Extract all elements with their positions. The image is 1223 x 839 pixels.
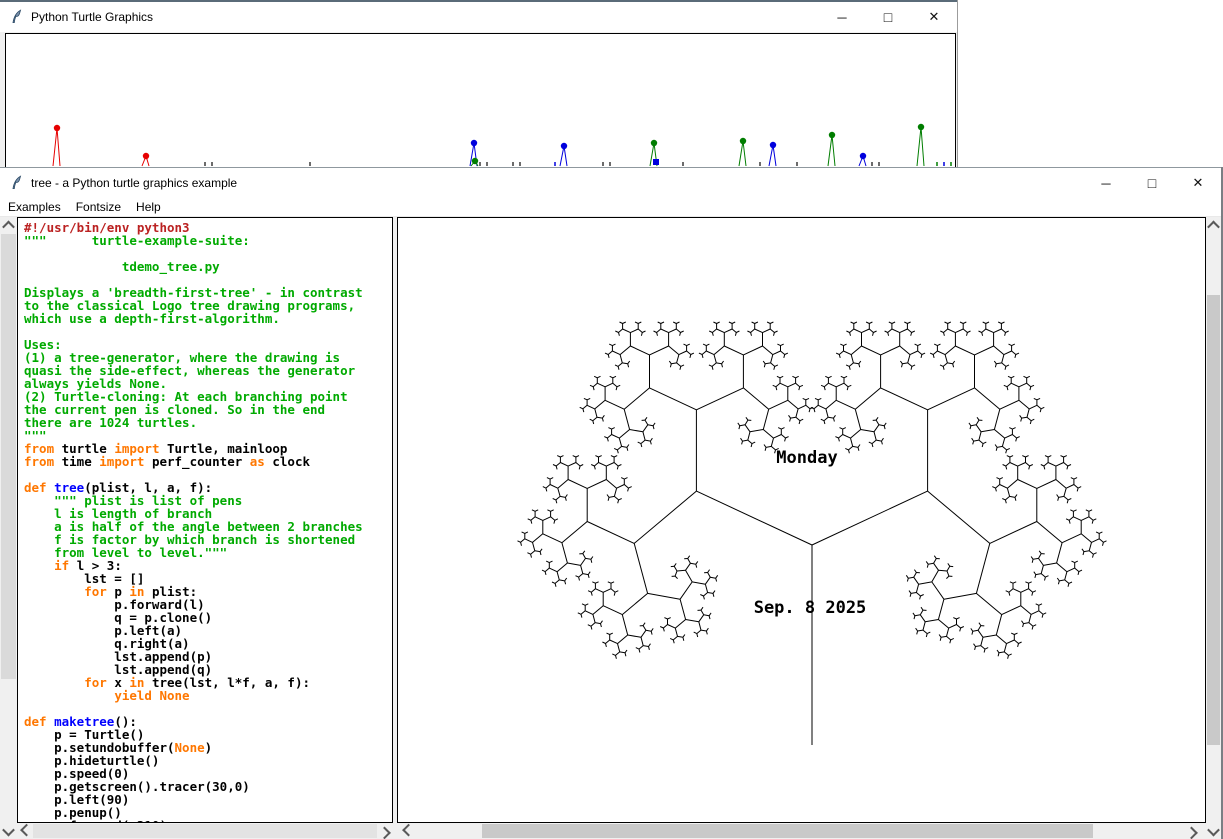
scroll-down-button[interactable] xyxy=(0,823,17,839)
code-line: Displays a 'breadth-first-tree' - in con… xyxy=(24,285,392,298)
turtle xyxy=(739,138,746,166)
code-line: def maketree(): xyxy=(24,714,392,727)
code-line: p.setundobuffer(None) xyxy=(24,740,392,753)
scroll-down-button[interactable] xyxy=(1206,823,1221,839)
code-line: p = Turtle() xyxy=(24,727,392,740)
code-line: def tree(plist, l, a, f): xyxy=(24,480,392,493)
bg-window-title: Python Turtle Graphics xyxy=(31,10,153,24)
canvas-vscroll-thumb[interactable] xyxy=(1207,295,1220,745)
feather-icon xyxy=(8,9,24,25)
code-line: Uses: xyxy=(24,337,392,350)
bg-window-controls: ─ □ ✕ xyxy=(819,2,957,32)
chevron-left-icon xyxy=(402,823,415,836)
chevron-right-icon xyxy=(378,826,391,839)
turtle xyxy=(828,132,835,166)
fg-window-title: tree - a Python turtle graphics example xyxy=(31,176,237,190)
code-line: f is factor by which branch is shortened xyxy=(24,532,392,545)
maximize-button[interactable]: □ xyxy=(865,2,911,32)
turtle xyxy=(471,158,478,166)
scroll-right-button[interactable] xyxy=(377,823,391,839)
minimize-button[interactable]: ─ xyxy=(1083,168,1129,198)
bg-titlebar: Python Turtle Graphics ─ □ ✕ xyxy=(0,2,957,32)
maximize-button[interactable]: □ xyxy=(1129,168,1175,198)
menu-examples[interactable]: Examples xyxy=(1,198,68,216)
code-line: p.getscreen().tracer(30,0) xyxy=(24,779,392,792)
code-line: lst = [] xyxy=(24,571,392,584)
scroll-up-button[interactable] xyxy=(0,217,17,233)
code-line: (1) a tree-generator, where the drawing … xyxy=(24,350,392,363)
fg-window: tree - a Python turtle graphics example … xyxy=(0,167,1223,839)
code-line: p.penup() xyxy=(24,805,392,818)
turtle xyxy=(53,125,60,166)
code-line: """ turtle-example-suite: xyxy=(24,233,392,246)
code-line: (2) Turtle-cloning: At each branching po… xyxy=(24,389,392,402)
code-line: quasi the side-effect, whereas the gener… xyxy=(24,363,392,376)
code-line: from time import perf_counter as clock xyxy=(24,454,392,467)
scroll-left-button[interactable] xyxy=(19,823,33,839)
turtle-canvas[interactable]: Monday Sep. 8 2025 xyxy=(397,217,1206,823)
code-line: l is length of branch xyxy=(24,506,392,519)
turtle xyxy=(142,153,149,166)
chevron-up-icon xyxy=(1207,220,1220,233)
code-vscroll-thumb[interactable] xyxy=(1,234,16,679)
code-line: #!/usr/bin/env python3 xyxy=(24,220,392,233)
code-line: q = p.clone() xyxy=(24,610,392,623)
code-line: lst.append(p) xyxy=(24,649,392,662)
chevron-left-icon xyxy=(20,823,33,836)
chevron-up-icon xyxy=(2,220,15,233)
turtle xyxy=(560,143,567,166)
minimize-button[interactable]: ─ xyxy=(819,2,865,32)
turtle xyxy=(859,153,866,166)
menubar: Examples Fontsize Help xyxy=(0,198,1221,217)
close-button[interactable]: ✕ xyxy=(1175,168,1221,198)
feather-icon xyxy=(8,175,24,191)
code-line: p.speed(0) xyxy=(24,766,392,779)
fg-window-controls: ─ □ ✕ xyxy=(1083,168,1221,198)
code-line: tdemo_tree.py xyxy=(24,259,392,272)
code-line: a is half of the angle between 2 branche… xyxy=(24,519,392,532)
chevron-down-icon xyxy=(2,823,15,836)
canvas-label: Monday xyxy=(776,448,837,468)
bg-turtles-svg xyxy=(6,34,955,174)
close-button[interactable]: ✕ xyxy=(911,2,957,32)
code-line: q.right(a) xyxy=(24,636,392,649)
code-hscrollbar[interactable] xyxy=(17,823,393,839)
turtle xyxy=(769,142,776,166)
canvas-hscroll-thumb[interactable] xyxy=(482,824,1093,838)
code-vscrollbar[interactable] xyxy=(0,217,17,839)
fractal-tree xyxy=(518,322,1107,745)
code-line: for p in plist: xyxy=(24,584,392,597)
scroll-right-button[interactable] xyxy=(1184,823,1198,839)
code-line: to the classical Logo tree drawing progr… xyxy=(24,298,392,311)
scroll-left-button[interactable] xyxy=(401,823,415,839)
desktop: { "bg_window": { "icon": "feather-icon",… xyxy=(0,0,1223,839)
fg-titlebar: tree - a Python turtle graphics example … xyxy=(0,168,1221,198)
canvas-vscrollbar[interactable] xyxy=(1206,217,1221,839)
scroll-up-button[interactable] xyxy=(1206,217,1221,233)
turtle-square xyxy=(653,159,659,165)
code-line: from turtle import Turtle, mainloop xyxy=(24,441,392,454)
turtle xyxy=(917,124,924,166)
code-hscroll-thumb[interactable] xyxy=(33,824,377,838)
canvas-hscrollbar[interactable] xyxy=(397,823,1206,839)
canvas-label: Sep. 8 2025 xyxy=(754,598,867,618)
turtle-canvas-svg: Monday Sep. 8 2025 xyxy=(398,218,1205,822)
chevron-right-icon xyxy=(1185,826,1198,839)
menu-help[interactable]: Help xyxy=(129,198,168,216)
code-line: lst.append(q) xyxy=(24,662,392,675)
code-line: """ plist is list of pens xyxy=(24,493,392,506)
menu-fontsize[interactable]: Fontsize xyxy=(69,198,128,216)
chevron-down-icon xyxy=(1207,823,1220,836)
code-line: p.forward(l) xyxy=(24,597,392,610)
code-line: for x in tree(lst, l*f, a, f): xyxy=(24,675,392,688)
code-text[interactable]: #!/usr/bin/env python3""" turtle-example… xyxy=(17,217,393,823)
